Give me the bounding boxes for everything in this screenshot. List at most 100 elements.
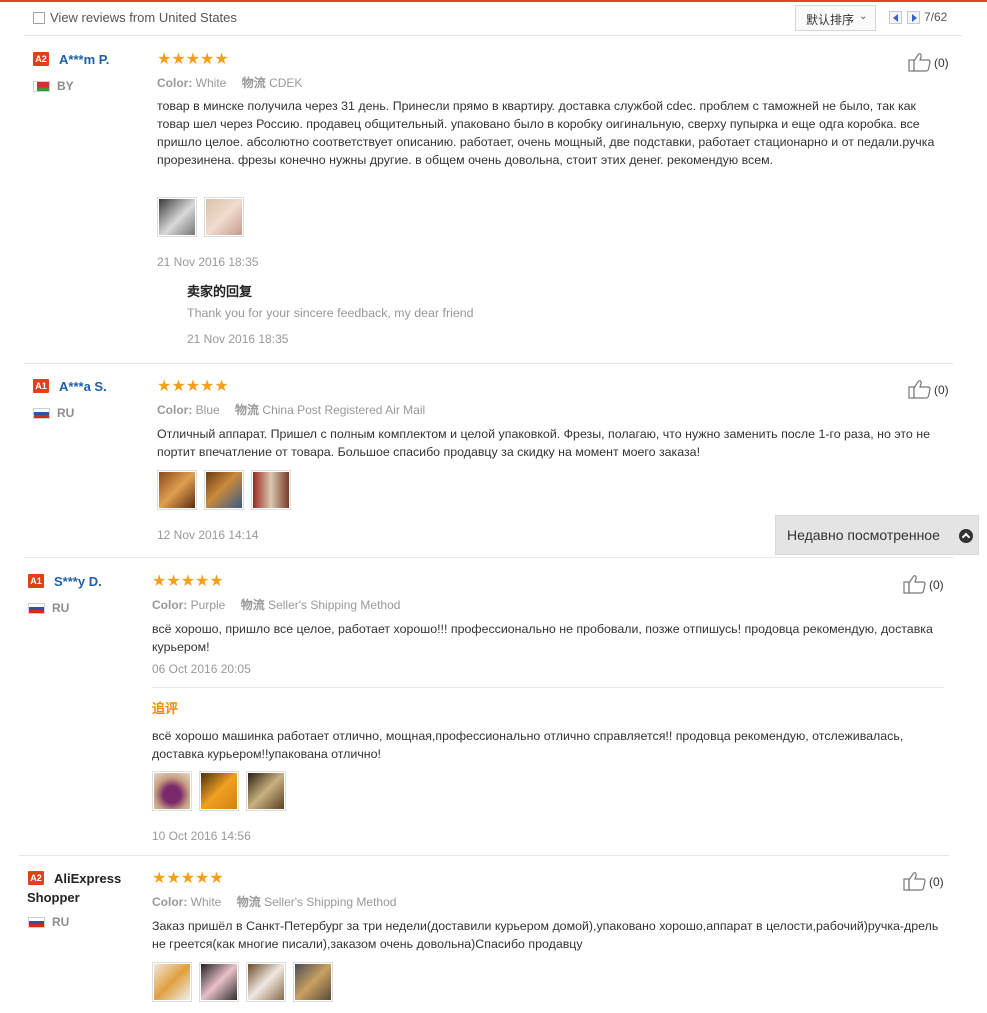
review-photo-thumbnail[interactable] bbox=[246, 771, 286, 811]
review-photo-thumbnail[interactable] bbox=[199, 771, 239, 811]
review-photo-thumbnail[interactable] bbox=[251, 470, 291, 510]
photo-image bbox=[248, 773, 284, 809]
review-date: 12 Nov 2016 14:14 bbox=[157, 528, 259, 542]
review-item: A1 S***y D. RU ★★★★★ Color: Purple 物流 Se… bbox=[19, 574, 949, 856]
helpful-count: (0) bbox=[929, 875, 944, 889]
flag-ru-icon bbox=[28, 917, 45, 928]
arrow-right-icon bbox=[912, 14, 917, 22]
reviewer-name[interactable]: AliExpress Shopper bbox=[27, 869, 147, 907]
photo-image bbox=[201, 964, 237, 1000]
reviewer-name[interactable]: A***m P. bbox=[59, 52, 109, 67]
prev-page-button[interactable] bbox=[889, 11, 902, 24]
follow-up-title: 追评 bbox=[152, 701, 179, 716]
recently-viewed-label: Недавно посмотренное bbox=[787, 527, 940, 543]
helpful-button[interactable]: (0) bbox=[903, 574, 953, 594]
review-photo-thumbnail[interactable] bbox=[152, 771, 192, 811]
reviewer-country: RU bbox=[57, 406, 75, 420]
shipping-key: 物流 bbox=[241, 76, 266, 90]
photo-image bbox=[201, 773, 237, 809]
color-key: Color: bbox=[157, 403, 193, 417]
photo-image bbox=[206, 199, 242, 235]
review-photo-thumbnail[interactable] bbox=[204, 470, 244, 510]
arrow-left-icon bbox=[893, 14, 898, 22]
review-photo-thumbnail[interactable] bbox=[293, 962, 333, 1002]
follow-up-text: всё хорошо машинка работает отлично, мощ… bbox=[152, 729, 904, 761]
reviewer-country: RU bbox=[52, 601, 70, 615]
review-photo-thumbnail[interactable] bbox=[204, 197, 244, 237]
color-key: Color: bbox=[152, 895, 188, 909]
seller-reply-date: 21 Nov 2016 18:35 bbox=[187, 332, 289, 346]
reviewer-country: RU bbox=[52, 915, 70, 929]
buyer-level-badge: A1 bbox=[28, 574, 44, 588]
star-rating: ★★★★★ bbox=[157, 51, 229, 68]
star-rating: ★★★★★ bbox=[152, 870, 224, 887]
helpful-count: (0) bbox=[929, 578, 944, 592]
photo-image bbox=[154, 964, 190, 1000]
divider bbox=[152, 687, 944, 688]
shipping-value: China Post Registered Air Mail bbox=[262, 403, 426, 417]
seller-reply-title: 卖家的回复 bbox=[187, 284, 253, 299]
us-reviews-checkbox-label[interactable]: View reviews from United States bbox=[50, 10, 237, 25]
review-item: A2 AliExpress Shopper RU ★★★★★ Color: Wh… bbox=[19, 871, 949, 1011]
photo-image bbox=[248, 964, 284, 1000]
shipping-key: 物流 bbox=[236, 895, 261, 909]
thumbs-up-icon bbox=[908, 53, 931, 72]
helpful-button[interactable]: (0) bbox=[903, 871, 953, 891]
follow-up-date: 10 Oct 2016 14:56 bbox=[152, 829, 251, 843]
shipping-value: Seller's Shipping Method bbox=[264, 895, 397, 909]
shipping-key: 物流 bbox=[240, 598, 265, 612]
star-rating: ★★★★★ bbox=[152, 573, 224, 590]
reviewer-name[interactable]: S***y D. bbox=[54, 574, 102, 589]
review-date: 06 Oct 2016 20:05 bbox=[152, 662, 251, 676]
review-date: 21 Nov 2016 18:35 bbox=[157, 255, 259, 269]
photo-image bbox=[159, 199, 195, 235]
helpful-button[interactable]: (0) bbox=[908, 52, 958, 72]
sort-dropdown[interactable]: 默认排序 ⌄ bbox=[795, 5, 876, 31]
review-photo-thumbnail[interactable] bbox=[157, 470, 197, 510]
thumbs-up-icon bbox=[903, 575, 926, 594]
buyer-level-badge: A2 bbox=[33, 52, 49, 66]
review-text: Отличный аппарат. Пришел с полным компле… bbox=[157, 427, 930, 459]
photo-image bbox=[253, 472, 289, 508]
thumbs-up-icon bbox=[908, 380, 931, 399]
photo-image bbox=[295, 964, 331, 1000]
sort-dropdown-label: 默认排序 bbox=[806, 13, 855, 27]
thumbs-up-icon bbox=[903, 872, 926, 891]
review-photo-thumbnail[interactable] bbox=[152, 962, 192, 1002]
order-info: Color: Purple 物流 Seller's Shipping Metho… bbox=[152, 596, 412, 613]
review-photo-thumbnail[interactable] bbox=[246, 962, 286, 1002]
color-key: Color: bbox=[152, 598, 188, 612]
order-info: Color: White 物流 CDEK bbox=[157, 74, 314, 91]
recently-viewed-button[interactable]: Недавно посмотренное bbox=[775, 515, 979, 555]
helpful-button[interactable]: (0) bbox=[908, 379, 958, 399]
reviewer-name[interactable]: A***a S. bbox=[59, 379, 107, 394]
shipping-key: 物流 bbox=[235, 403, 260, 417]
color-value: White bbox=[195, 76, 227, 90]
shipping-value: CDEK bbox=[269, 76, 303, 90]
chevron-up-icon bbox=[959, 529, 973, 543]
page-indicator: 7/62 bbox=[924, 10, 948, 24]
top-accent-line bbox=[0, 0, 987, 2]
seller-reply-text: Thank you for your sincere feedback, my … bbox=[187, 306, 474, 320]
review-photo-thumbnail[interactable] bbox=[199, 962, 239, 1002]
buyer-level-badge: A1 bbox=[33, 379, 49, 393]
color-value: White bbox=[190, 895, 222, 909]
helpful-count: (0) bbox=[934, 383, 949, 397]
review-text: всё хорошо, пришло все целое, работает х… bbox=[152, 622, 933, 654]
color-value: Blue bbox=[195, 403, 220, 417]
helpful-count: (0) bbox=[934, 56, 949, 70]
flag-ru-icon bbox=[28, 603, 45, 614]
color-value: Purple bbox=[190, 598, 226, 612]
us-reviews-checkbox[interactable] bbox=[33, 12, 45, 24]
review-photo-thumbnail[interactable] bbox=[157, 197, 197, 237]
color-key: Color: bbox=[157, 76, 193, 90]
reviewer-country: BY bbox=[57, 79, 74, 93]
flag-ru-icon bbox=[33, 408, 50, 419]
review-filter-bar: View reviews from United States 默认排序 ⌄ 7… bbox=[24, 4, 962, 36]
star-rating: ★★★★★ bbox=[157, 378, 229, 395]
photo-image bbox=[154, 773, 190, 809]
chevron-down-icon: ⌄ bbox=[859, 11, 868, 22]
next-page-button[interactable] bbox=[907, 11, 920, 24]
order-info: Color: Blue 物流 China Post Registered Air… bbox=[157, 401, 437, 418]
review-text: Заказ пришёл в Санкт-Петербург за три не… bbox=[152, 919, 939, 951]
